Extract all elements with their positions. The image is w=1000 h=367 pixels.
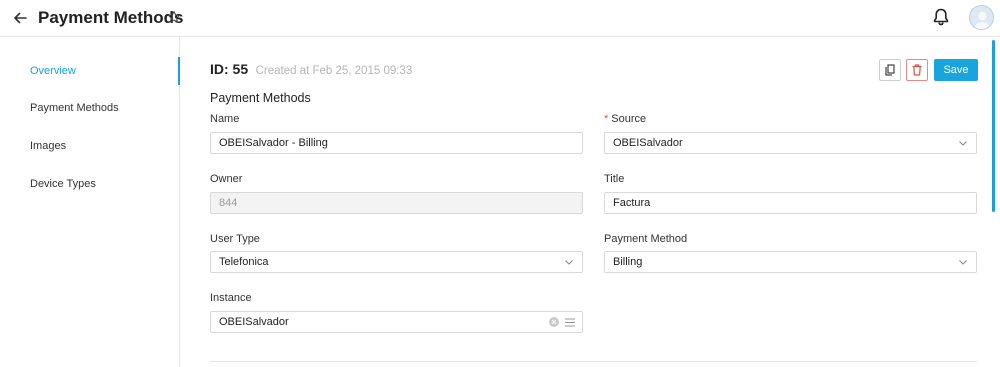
sidebar-item-device-types[interactable]: Device Types <box>0 170 180 198</box>
owner-field: 844 <box>210 192 583 214</box>
chevron-down-icon <box>565 260 573 265</box>
chevron-down-icon <box>959 260 967 265</box>
name-label: Name <box>210 113 240 125</box>
copy-button[interactable] <box>879 59 901 81</box>
required-marker: * <box>604 113 609 125</box>
payment-method-label: Payment Method <box>604 233 688 245</box>
back-arrow-icon[interactable] <box>10 8 30 28</box>
instance-value: OBEISalvador <box>219 316 289 328</box>
record-id: ID: 55 <box>210 61 249 77</box>
owner-label: Owner <box>210 173 243 185</box>
payment-method-value: Billing <box>613 256 643 268</box>
source-select[interactable]: OBEISalvador <box>604 132 977 154</box>
sidebar-active-indicator <box>178 57 180 85</box>
page-title: Payment Methods <box>38 8 184 27</box>
top-bar: Payment Methods <box>0 0 1000 37</box>
record-created-at: Created at Feb 25, 2015 09:33 <box>255 65 413 77</box>
instance-lookup[interactable]: OBEISalvador <box>210 311 583 333</box>
list-icon[interactable] <box>565 318 575 327</box>
chevron-down-icon <box>959 141 967 146</box>
save-button[interactable]: Save <box>934 59 978 81</box>
scrollbar-thumb[interactable] <box>992 40 995 212</box>
star-icon[interactable] <box>165 8 183 26</box>
clear-icon[interactable] <box>549 317 559 327</box>
record-header: ID: 55 Created at Feb 25, 2015 09:33 <box>210 61 412 79</box>
main-content: ID: 55 Created at Feb 25, 2015 09:33 Sav… <box>181 37 991 367</box>
copy-icon <box>885 64 895 76</box>
section-title: Payment Methods <box>210 91 311 105</box>
user-type-value: Telefonica <box>219 256 269 268</box>
title-field[interactable]: Factura <box>604 192 977 214</box>
sidebar-item-images[interactable]: Images <box>0 132 180 160</box>
instance-label: Instance <box>210 292 252 304</box>
source-value: OBEISalvador <box>613 137 683 149</box>
sidebar: Overview Payment Methods Images Device T… <box>0 37 180 367</box>
user-type-label: User Type <box>210 233 260 245</box>
sidebar-item-payment-methods[interactable]: Payment Methods <box>0 94 180 122</box>
source-label: * Source <box>604 113 646 125</box>
trash-icon <box>912 64 922 76</box>
payment-method-select[interactable]: Billing <box>604 251 977 273</box>
source-label-text: Source <box>611 113 647 125</box>
section-divider <box>210 361 977 362</box>
user-avatar-icon[interactable] <box>969 5 994 30</box>
bell-icon[interactable] <box>931 6 951 28</box>
user-type-select[interactable]: Telefonica <box>210 251 583 273</box>
title-label: Title <box>604 173 625 185</box>
sidebar-item-overview[interactable]: Overview <box>0 57 180 85</box>
delete-button[interactable] <box>906 59 928 81</box>
name-field[interactable]: OBEISalvador - Billing <box>210 132 583 154</box>
